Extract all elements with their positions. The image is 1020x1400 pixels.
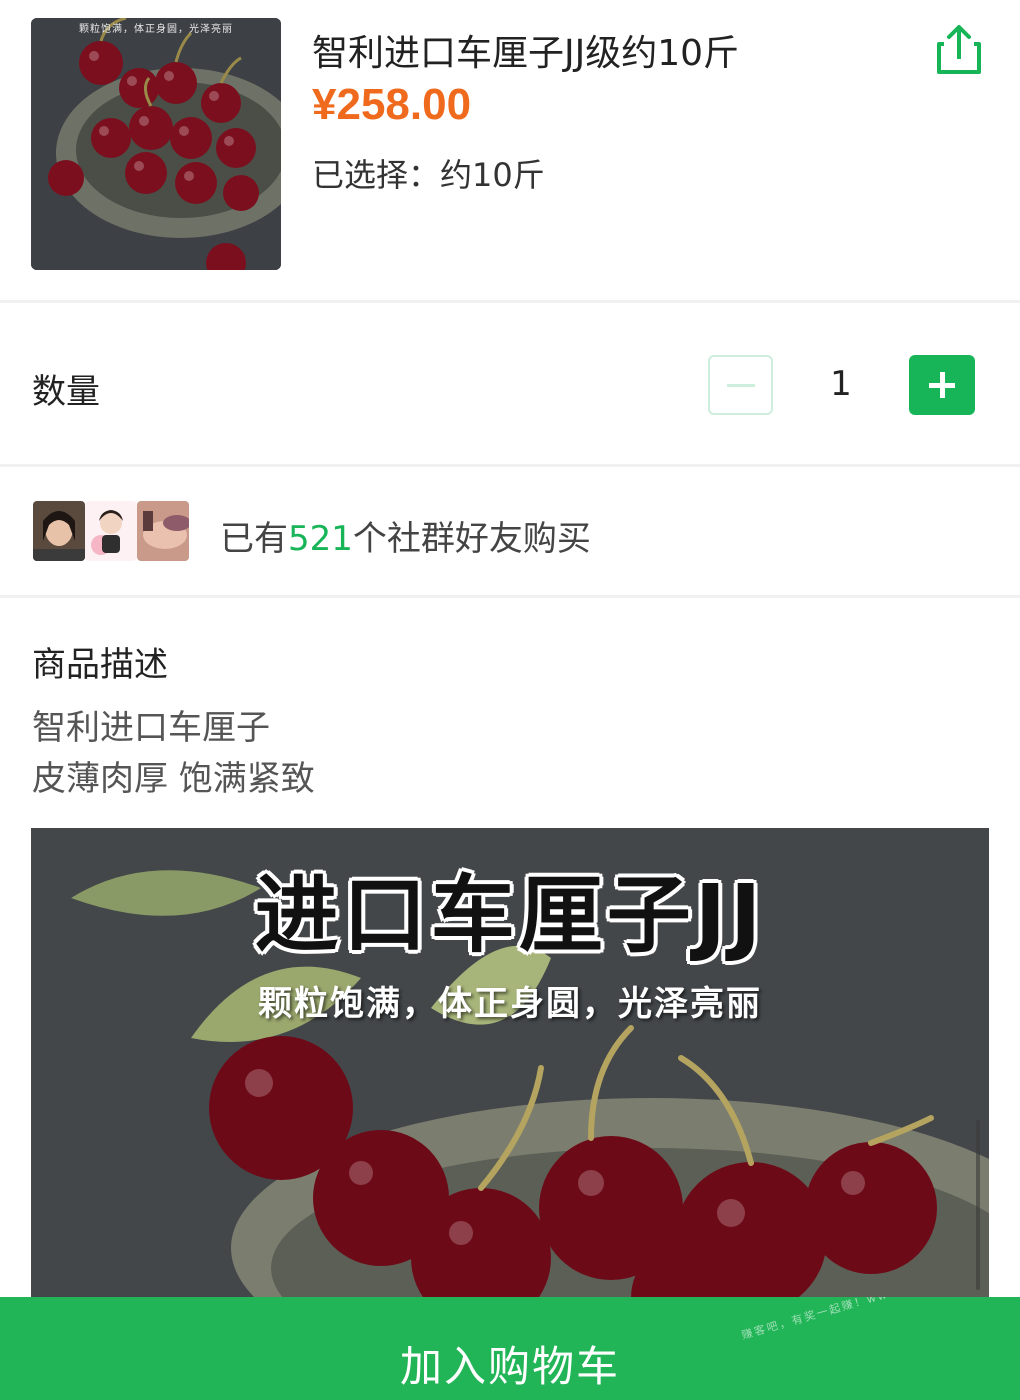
divider — [0, 300, 1020, 303]
product-title: 智利进口车厘子JJ级约10斤 — [312, 33, 740, 74]
cherry-bowl-image — [31, 18, 281, 270]
minus-icon — [727, 384, 755, 387]
add-to-cart-label: 加入购物车 — [399, 1342, 620, 1391]
add-to-cart-button[interactable]: 加入购物车 赚客吧，有奖一起赚！www.zuanke8.com — [0, 1297, 1020, 1400]
product-thumbnail[interactable]: 颗粒饱满，体正身圆，光泽亮丽 — [31, 18, 281, 270]
description-line: 皮薄肉厚 饱满紧致 — [32, 759, 315, 799]
quantity-label: 数量 — [32, 372, 100, 412]
friends-prefix: 已有 — [220, 519, 288, 559]
description-line: 智利进口车厘子 — [32, 708, 270, 748]
avatar — [137, 501, 189, 561]
divider — [0, 595, 1020, 598]
scrollbar[interactable] — [976, 1120, 980, 1290]
share-button[interactable] — [934, 22, 984, 78]
avatar — [33, 501, 85, 561]
thumbnail-caption: 颗粒饱满，体正身圆，光泽亮丽 — [79, 24, 233, 35]
watermark: 赚客吧，有奖一起赚！www.zuanke8.com — [740, 1297, 997, 1342]
quantity-decrease-button[interactable] — [708, 355, 773, 415]
banner-subtitle: 颗粒饱满，体正身圆，光泽亮丽 — [258, 984, 762, 1024]
description-heading: 商品描述 — [32, 645, 168, 685]
product-detail-image: 进口车厘子JJ 颗粒饱满，体正身圆，光泽亮丽 — [31, 828, 989, 1308]
quantity-value[interactable]: 1 — [808, 364, 874, 404]
quantity-increase-button[interactable] — [909, 355, 975, 415]
friends-suffix: 个社群好友购买 — [352, 519, 591, 559]
friend-avatars[interactable] — [33, 501, 203, 561]
share-icon — [937, 25, 981, 74]
product-price: ¥258.00 — [312, 80, 472, 129]
product-header: 颗粒饱满，体正身圆，光泽亮丽 智利进口车厘子JJ级约10斤 ¥258.00 已选… — [0, 0, 1020, 300]
avatar — [85, 501, 137, 561]
divider — [0, 464, 1020, 467]
banner-title: 进口车厘子JJ — [254, 866, 766, 964]
selected-spec[interactable]: 已选择：约10斤 — [312, 150, 545, 196]
friends-purchased-text: 已有521个社群好友购买 — [220, 511, 591, 560]
friends-count: 521 — [288, 519, 353, 559]
